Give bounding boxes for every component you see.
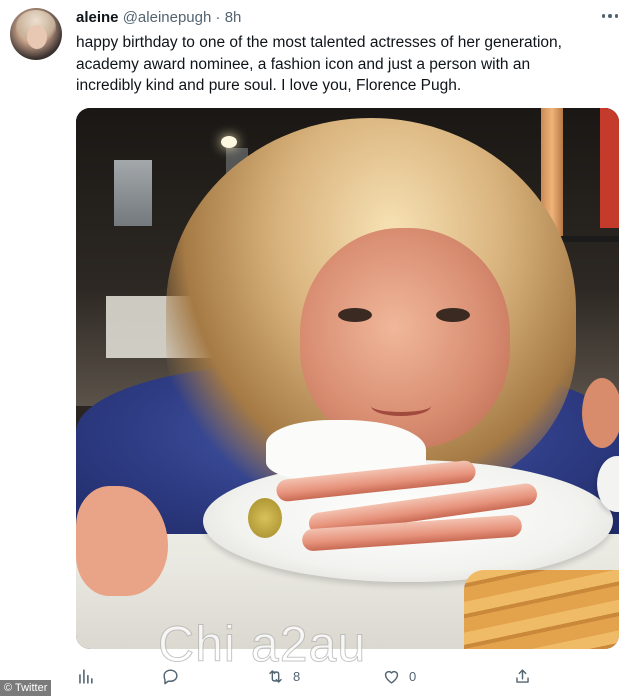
tweet-text-line: incredibly kind and pure soul. I love yo… [76, 77, 462, 94]
photo-fries [464, 570, 619, 649]
dot [608, 14, 612, 18]
timestamp[interactable]: 8h [225, 9, 242, 26]
share-button[interactable] [513, 665, 532, 687]
display-name[interactable]: aleine [76, 9, 119, 26]
photo-lemon [248, 498, 282, 538]
like-count: 0 [409, 668, 417, 684]
tweet-text: happy birthday to one of the most talent… [76, 32, 616, 97]
user-handle[interactable]: @aleinepugh [123, 9, 212, 26]
heart-icon [384, 670, 399, 684]
photo-red-wall [600, 108, 619, 228]
photo-mouth [371, 396, 431, 416]
photo-hand [582, 378, 619, 448]
avatar-face [27, 25, 47, 49]
photo-eye [338, 308, 372, 322]
tweet-text-line: happy birthday to one of the most talent… [76, 34, 562, 51]
tweet-header: aleine @aleinepugh · 8h [76, 9, 241, 27]
avatar[interactable] [10, 8, 62, 60]
image-credit: © Twitter [0, 680, 52, 696]
photo-lamp [221, 136, 237, 148]
separator: · [215, 9, 221, 26]
analytics-button[interactable] [76, 665, 95, 687]
dot [614, 14, 619, 18]
share-icon [516, 668, 529, 683]
bar-chart-icon [79, 668, 93, 684]
tweet-photo[interactable] [76, 108, 619, 649]
photo-window [114, 160, 152, 226]
watermark: Chi a2au [157, 616, 367, 673]
like-button[interactable]: 0 [382, 665, 416, 687]
dot [601, 14, 606, 18]
photo-eye [436, 308, 470, 322]
tweet-text-line: academy award nominee, a fashion icon an… [76, 55, 531, 73]
more-dots-icon[interactable] [598, 6, 622, 26]
